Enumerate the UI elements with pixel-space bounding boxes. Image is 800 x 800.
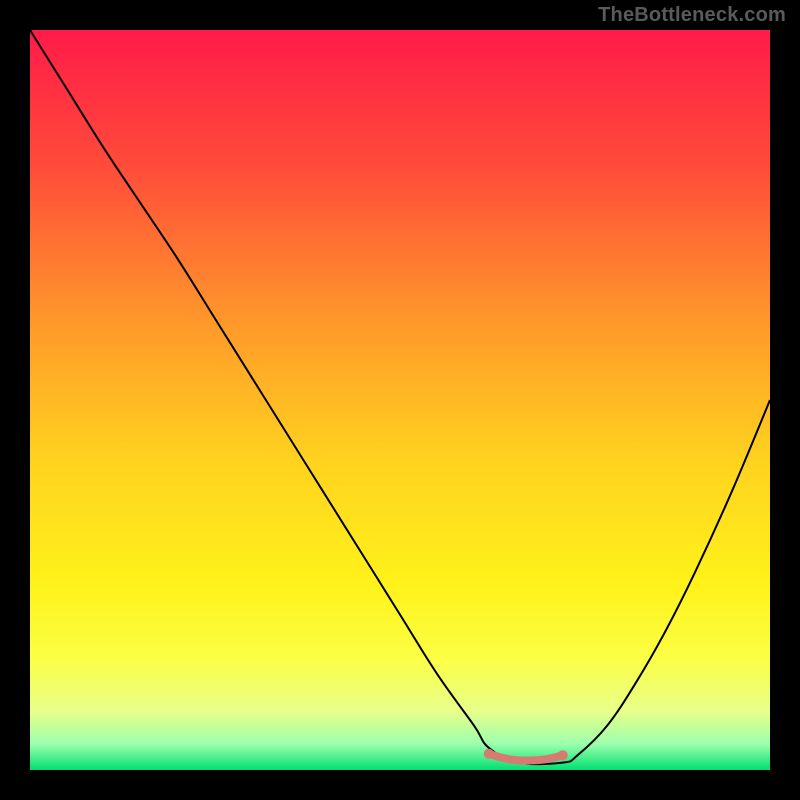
optimal-range-end <box>558 750 568 760</box>
watermark-text: TheBottleneck.com <box>598 4 786 27</box>
chart-frame: TheBottleneck.com <box>0 0 800 800</box>
plot-area <box>30 30 770 770</box>
optimal-range-start <box>484 749 494 759</box>
chart-svg <box>30 30 770 770</box>
